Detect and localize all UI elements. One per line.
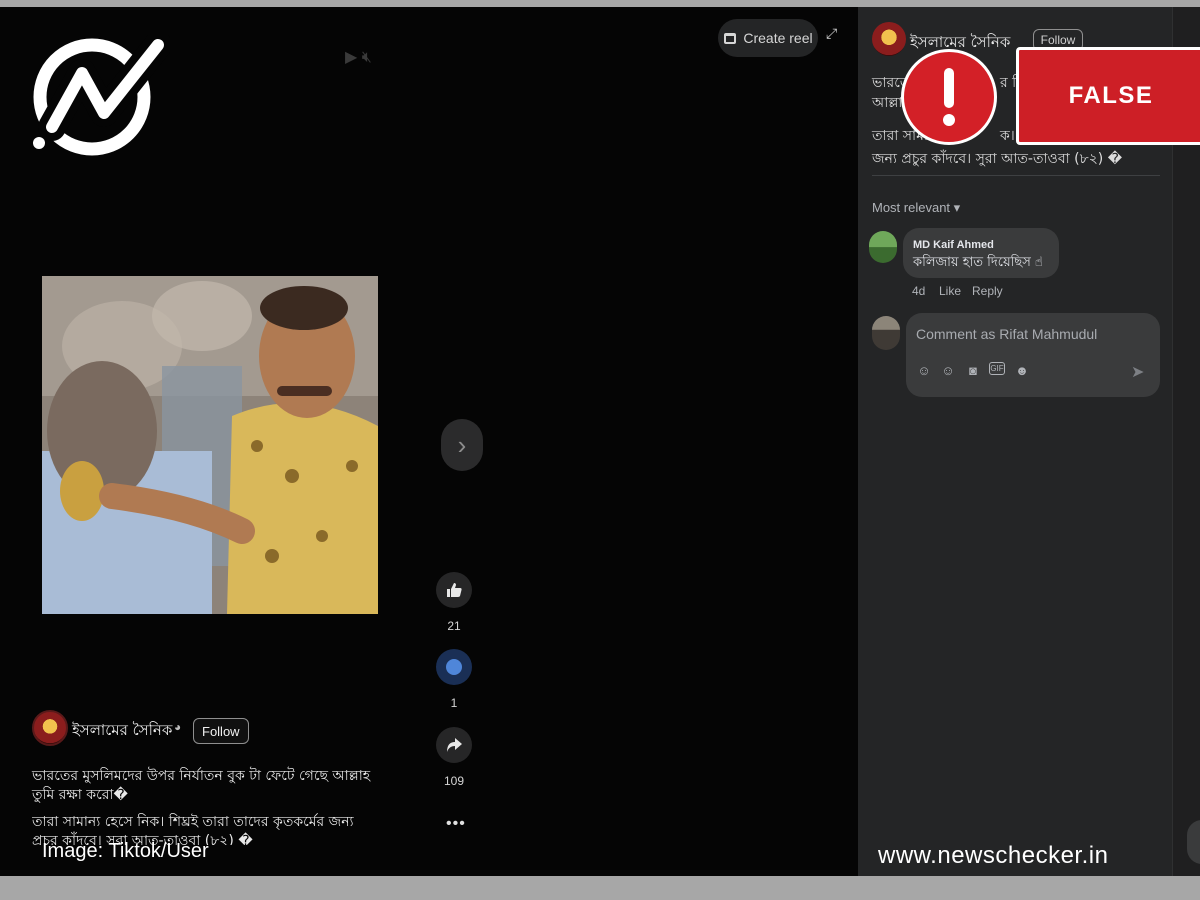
image-credit: Image: Tiktok/User bbox=[42, 840, 209, 862]
create-reel-label: Create reel bbox=[743, 30, 813, 46]
comment-sort-dropdown[interactable]: Most relevant ▾ bbox=[872, 200, 960, 216]
like-button[interactable] bbox=[436, 572, 472, 608]
comment-reply-button[interactable]: Reply bbox=[972, 284, 1003, 298]
next-reel-button[interactable]: › bbox=[441, 419, 483, 471]
mute-icon[interactable]: ▶ 🔇︎ bbox=[345, 47, 372, 67]
gif-icon[interactable]: GIF bbox=[989, 362, 1005, 375]
alert-icon bbox=[901, 49, 997, 145]
comment-like-button[interactable]: Like bbox=[939, 284, 961, 298]
camera-icon[interactable]: ◙ bbox=[965, 362, 981, 378]
comment-sort-label: Most relevant bbox=[872, 200, 951, 215]
side-caption-line-2: আল্লা bbox=[872, 95, 903, 111]
comment-bubble-icon bbox=[446, 659, 462, 675]
comment-button[interactable] bbox=[436, 649, 472, 685]
comment-input[interactable] bbox=[916, 324, 1146, 344]
side-caption-line-4: জন্য প্রচুর কাঁদবে। সুরা আত-তাওবা (৮২) � bbox=[872, 151, 1123, 167]
watermark: www.newschecker.in bbox=[878, 842, 1109, 869]
more-options-icon[interactable]: ••• bbox=[446, 815, 466, 833]
create-reel-button[interactable]: Create reel bbox=[718, 19, 818, 57]
avatar-sticker-icon[interactable]: ☺ bbox=[916, 362, 932, 378]
share-button[interactable] bbox=[436, 727, 472, 763]
thumbs-up-icon bbox=[447, 583, 462, 597]
reel-viewer: ▶ 🔇︎ Create reel ⤢ › 21 1 109 ••• ইসলামে… bbox=[0, 7, 858, 876]
page-name[interactable]: ইসলামের সৈনিক bbox=[72, 719, 172, 744]
side-page-avatar[interactable] bbox=[872, 22, 906, 56]
current-user-avatar[interactable] bbox=[872, 316, 900, 350]
comment-count: 1 bbox=[450, 696, 458, 710]
post-caption-line-1: ভারতের মুসলিমদের উপর নির্যাতন বুক টা ফেট… bbox=[32, 768, 371, 803]
newschecker-logo-icon bbox=[33, 35, 170, 156]
verdict-badge: FALSE bbox=[1016, 47, 1200, 145]
caret-down-icon: ▾ bbox=[953, 200, 961, 215]
reel-icon bbox=[724, 33, 737, 44]
follow-button[interactable]: Follow bbox=[193, 718, 249, 744]
commenter-avatar[interactable] bbox=[869, 231, 897, 263]
comment-text: কলিজায় হাত দিয়েছিস ☝ bbox=[913, 255, 1043, 270]
share-arrow-icon bbox=[447, 738, 462, 752]
globe-icon: ◕ bbox=[174, 720, 182, 734]
sticker-icon[interactable]: ☻ bbox=[1014, 362, 1030, 378]
like-count: 21 bbox=[447, 619, 461, 633]
scroll-edge-button[interactable] bbox=[1187, 820, 1200, 864]
expand-icon[interactable]: ⤢ bbox=[826, 25, 837, 42]
comment-age: 4d bbox=[912, 284, 926, 298]
share-count: 109 bbox=[443, 774, 465, 788]
reel-video[interactable] bbox=[42, 276, 378, 614]
screenshot-frame: ▶ 🔇︎ Create reel ⤢ › 21 1 109 ••• ইসলামে… bbox=[0, 7, 1200, 876]
send-icon[interactable]: ➤ bbox=[1131, 362, 1144, 382]
comment-author[interactable]: MD Kaif Ahmed bbox=[913, 239, 994, 251]
divider bbox=[872, 175, 1160, 176]
emoji-icon[interactable]: ☺ bbox=[940, 362, 956, 378]
page-avatar[interactable] bbox=[32, 710, 68, 746]
